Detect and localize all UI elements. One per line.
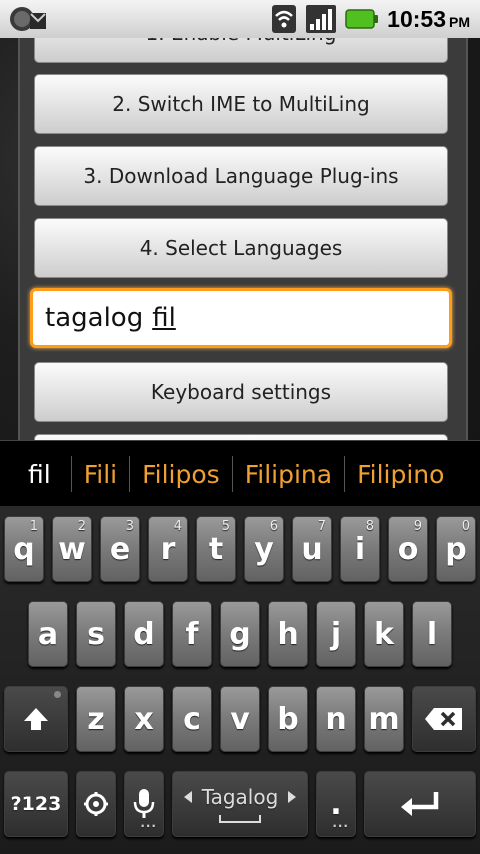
voice-key[interactable]: ···	[124, 771, 164, 837]
backspace-key[interactable]	[412, 686, 476, 752]
key-i[interactable]: i8	[340, 516, 380, 582]
shift-lock-indicator	[54, 691, 61, 698]
key-j[interactable]: j	[316, 601, 356, 667]
soft-keyboard: q1 w2 e3 r4 t5 y6 u7 i8 o9 p0 a s d f g …	[0, 506, 480, 854]
key-b[interactable]: b	[268, 686, 308, 752]
key-u[interactable]: u7	[292, 516, 332, 582]
wifi-icon	[272, 5, 297, 33]
key-q[interactable]: q1	[4, 516, 44, 582]
battery-icon	[345, 9, 379, 29]
period-key[interactable]: . ···	[316, 771, 356, 837]
suggestion-4[interactable]: Filipino	[345, 441, 444, 507]
text-input[interactable]: tagalog fil	[30, 288, 452, 348]
notification-icon	[8, 5, 48, 33]
chevron-left-icon	[183, 791, 192, 803]
key-k[interactable]: k	[364, 601, 404, 667]
language-label: Tagalog	[201, 785, 279, 809]
enter-key[interactable]	[364, 771, 476, 837]
gear-icon	[84, 792, 108, 816]
key-c[interactable]: c	[172, 686, 212, 752]
symbols-key[interactable]: ?123	[4, 771, 68, 837]
key-f[interactable]: f	[172, 601, 212, 667]
suggestion-1[interactable]: Fili	[72, 441, 129, 507]
key-n[interactable]: n	[316, 686, 356, 752]
shift-icon	[24, 708, 48, 730]
key-w[interactable]: w2	[52, 516, 92, 582]
download-plugins-button[interactable]: 3. Download Language Plug-ins	[34, 146, 448, 206]
suggestion-2[interactable]: Filipos	[130, 441, 232, 507]
key-p[interactable]: p0	[436, 516, 476, 582]
clock: 10:53 PM	[387, 5, 470, 32]
key-g[interactable]: g	[220, 601, 260, 667]
select-languages-button[interactable]: 4. Select Languages	[34, 218, 448, 278]
enter-icon	[401, 792, 439, 816]
status-bar: 10:53 PM	[0, 0, 480, 39]
backspace-icon	[425, 708, 462, 730]
key-z[interactable]: z	[76, 686, 116, 752]
signal-icon	[306, 5, 337, 33]
switch-ime-button[interactable]: 2. Switch IME to MultiLing	[34, 74, 448, 134]
settings-key[interactable]	[76, 771, 116, 837]
key-m[interactable]: m	[364, 686, 404, 752]
chevron-right-icon	[288, 791, 297, 803]
key-x[interactable]: x	[124, 686, 164, 752]
key-v[interactable]: v	[220, 686, 260, 752]
key-d[interactable]: d	[124, 601, 164, 667]
enable-multiling-button[interactable]: 1. Enable MultiLing	[34, 38, 448, 63]
committed-text: tagalog	[45, 303, 144, 333]
microphone-icon	[133, 789, 155, 818]
key-t[interactable]: t5	[196, 516, 236, 582]
key-h[interactable]: h	[268, 601, 308, 667]
settings-panel: 1. Enable MultiLing 2. Switch IME to Mul…	[18, 38, 468, 440]
typed-word[interactable]: fil	[0, 441, 71, 507]
key-a[interactable]: a	[28, 601, 68, 667]
suggestion-strip: fil Fili Filipos Filipina Filipino	[0, 440, 480, 507]
key-s[interactable]: s	[76, 601, 116, 667]
key-l[interactable]: l	[412, 601, 452, 667]
suggestion-3[interactable]: Filipina	[233, 441, 344, 507]
key-o[interactable]: o9	[388, 516, 428, 582]
app-content: 1. Enable MultiLing 2. Switch IME to Mul…	[0, 38, 480, 440]
key-e[interactable]: e3	[100, 516, 140, 582]
key-r[interactable]: r4	[148, 516, 188, 582]
shift-key[interactable]	[4, 686, 68, 752]
composing-text: fil	[152, 303, 176, 333]
space-icon	[218, 815, 261, 823]
keyboard-settings-button[interactable]: Keyboard settings	[34, 362, 448, 422]
space-key-language[interactable]: Tagalog	[172, 771, 308, 837]
key-y[interactable]: y6	[244, 516, 284, 582]
